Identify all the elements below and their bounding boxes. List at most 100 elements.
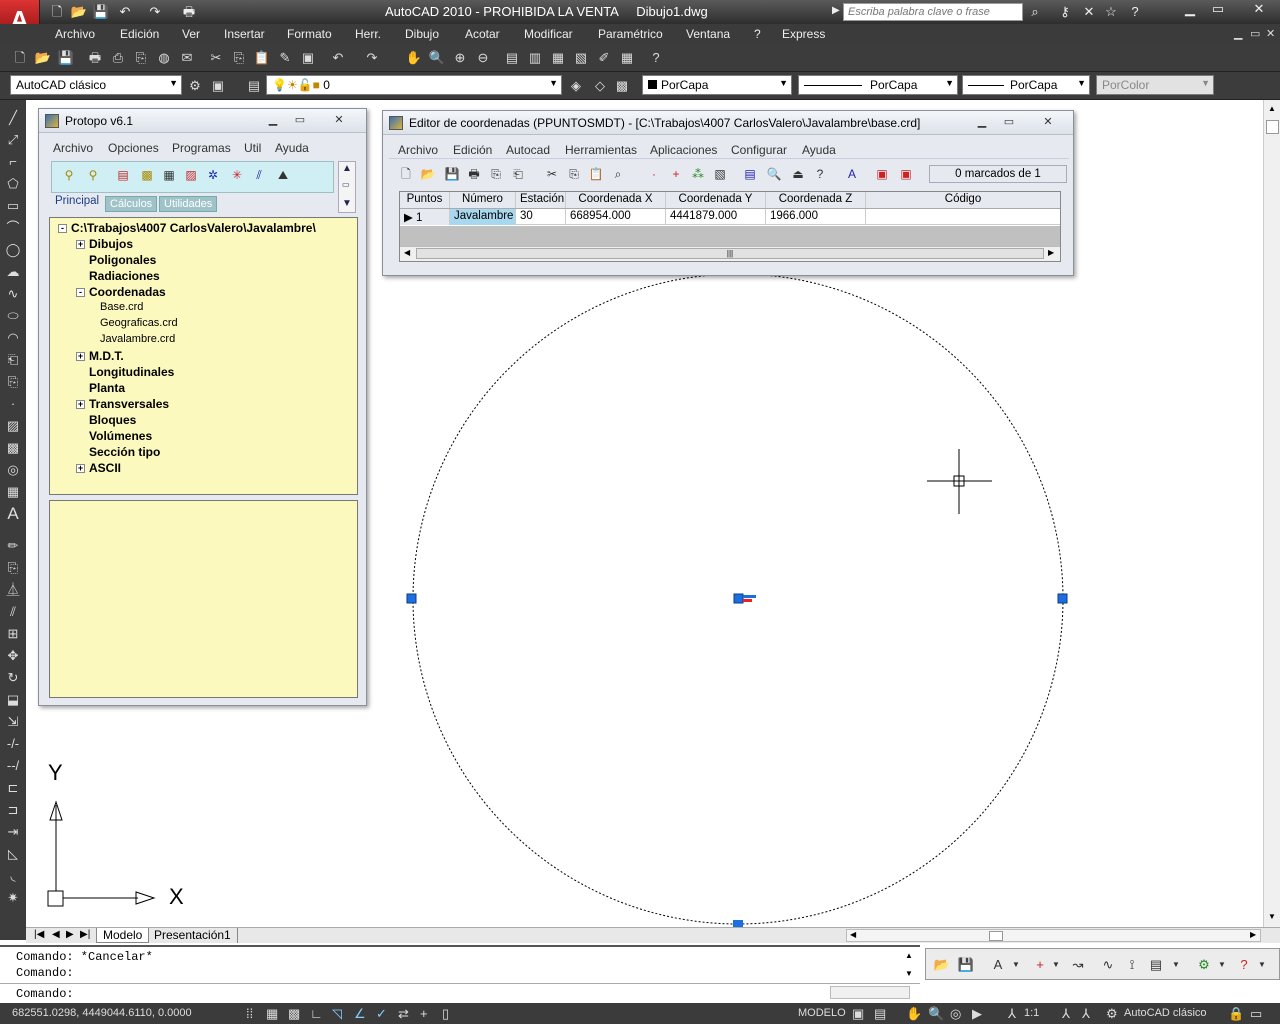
scroll-right-icon[interactable]: ▶ bbox=[1048, 248, 1054, 257]
hatch-tool-icon[interactable]: ▨ bbox=[182, 166, 200, 184]
table-icon[interactable]: ▦ bbox=[3, 482, 23, 502]
gradient-icon[interactable]: ▩ bbox=[3, 438, 23, 458]
quickcalc-icon[interactable]: ▦ bbox=[617, 48, 637, 68]
binoculars-icon[interactable]: ⌕ bbox=[1026, 3, 1044, 20]
trim-icon[interactable]: -/- bbox=[3, 734, 23, 754]
table-row[interactable]: ▶ 1 Javalambre 30 668954.000 4441879.000… bbox=[400, 209, 1060, 225]
clean-screen-icon[interactable]: ▭ bbox=[1250, 1006, 1262, 1022]
menu-acotar[interactable]: Acotar bbox=[465, 27, 500, 41]
protopo-close-button[interactable]: ✕ bbox=[324, 112, 354, 128]
network-tool-icon[interactable]: ✳ bbox=[228, 166, 246, 184]
help-icon[interactable]: ? bbox=[1126, 3, 1144, 20]
workspace-toolbar-icon[interactable]: ▣ bbox=[208, 76, 228, 96]
line-icon[interactable]: ╱ bbox=[3, 108, 23, 128]
workspace-select[interactable]: AutoCAD clásico ▼ bbox=[10, 75, 182, 95]
terrain-tool-icon[interactable]: ⛰ bbox=[274, 166, 292, 184]
layer-state-icon[interactable]: ▩ bbox=[612, 76, 632, 96]
insert-points-icon[interactable]: ⁂ bbox=[689, 165, 707, 183]
editor-maximize-button[interactable]: ▭ bbox=[996, 114, 1022, 130]
scale-icon[interactable]: ⬓ bbox=[3, 690, 23, 710]
protopo-minimize-button[interactable]: ▁ bbox=[260, 112, 286, 128]
print-icon[interactable]: 🖶 bbox=[465, 165, 483, 183]
minimize-button[interactable]: ▁ bbox=[1176, 0, 1204, 18]
communication-icon[interactable]: ✕ bbox=[1080, 3, 1098, 20]
save-icon[interactable]: 💾 bbox=[92, 3, 110, 20]
scroll-left-icon[interactable]: ◀ bbox=[850, 930, 856, 939]
import-icon[interactable]: ⎗ bbox=[509, 165, 527, 183]
design-center-icon[interactable]: ▥ bbox=[525, 48, 545, 68]
collapse-icon[interactable]: - bbox=[76, 288, 85, 298]
etransmit-icon[interactable]: ✉ bbox=[177, 48, 197, 68]
tree-folder-item[interactable]: + Dibujos bbox=[76, 237, 133, 251]
cursor-coordinates[interactable]: 682551.0298, 4449044.6110, 0.0000 bbox=[12, 1007, 192, 1019]
config-tool-icon[interactable]: ⚙ bbox=[1194, 955, 1214, 975]
menu-insertar[interactable]: Insertar bbox=[224, 27, 265, 41]
collapse-icon[interactable]: - bbox=[58, 224, 67, 234]
col-numero[interactable]: Número bbox=[450, 192, 516, 208]
export-icon[interactable]: ⎘ bbox=[487, 165, 505, 183]
cell-coord-y[interactable]: 4441879.000 bbox=[666, 209, 766, 225]
copy-icon[interactable]: ⎘ bbox=[229, 48, 249, 68]
dynamic-input-icon[interactable]: + bbox=[420, 1006, 428, 1021]
stretch-icon[interactable]: ⇲ bbox=[3, 712, 23, 732]
save-icon[interactable]: 💾 bbox=[56, 48, 76, 68]
cmd-scroll-down-icon[interactable]: ▼ bbox=[905, 969, 913, 978]
publish-icon[interactable]: ⎘ bbox=[131, 48, 151, 68]
explode-icon[interactable]: ✷ bbox=[3, 888, 23, 908]
object-snap-icon[interactable]: ∠ bbox=[354, 1006, 366, 1022]
select-points-icon[interactable]: ▧ bbox=[711, 165, 729, 183]
protopo-maximize-button[interactable]: ▭ bbox=[287, 112, 313, 128]
expand-icon[interactable]: + bbox=[76, 464, 85, 474]
hatch-icon[interactable]: ▨ bbox=[3, 416, 23, 436]
ellipse-arc-icon[interactable]: ◠ bbox=[3, 328, 23, 348]
col-coord-z[interactable]: Coordenada Z bbox=[766, 192, 866, 208]
filter-icon[interactable]: ⏏ bbox=[789, 165, 807, 183]
tree-folder-item[interactable]: Bloques bbox=[76, 413, 136, 427]
revision-cloud-icon[interactable]: ☁ bbox=[3, 262, 23, 282]
menu-express[interactable]: Express bbox=[782, 27, 825, 41]
coordinates-grid[interactable]: Puntos Número Estación Coordenada X Coor… bbox=[399, 191, 1061, 262]
paste-icon[interactable]: 📋 bbox=[587, 165, 605, 183]
circle-grip-right[interactable] bbox=[1057, 593, 1068, 604]
rectangle-icon[interactable]: ▭ bbox=[3, 196, 23, 216]
annotation-scale-value[interactable]: 1:1 bbox=[1024, 1007, 1039, 1019]
ortho-mode-icon[interactable]: ∟ bbox=[310, 1006, 323, 1021]
col-coord-y[interactable]: Coordenada Y bbox=[666, 192, 766, 208]
editor-menu-edicion[interactable]: Edición bbox=[453, 143, 492, 157]
chamfer-icon[interactable]: ◺ bbox=[3, 844, 23, 864]
erase-icon[interactable]: ✏ bbox=[3, 536, 23, 556]
cell-codigo[interactable] bbox=[866, 209, 1060, 225]
tree-folder-item[interactable]: Radiaciones bbox=[76, 269, 160, 283]
new-icon[interactable]: 🗋 bbox=[48, 3, 66, 20]
tree-folder-item[interactable]: Longitudinales bbox=[76, 365, 174, 379]
tab-utilidades[interactable]: Utilidades bbox=[159, 196, 218, 212]
menu-parametrico[interactable]: Paramétrico bbox=[598, 27, 663, 41]
plot-icon[interactable]: 🖶 bbox=[85, 48, 105, 68]
doc-restore-button[interactable]: ▭ bbox=[1250, 27, 1260, 40]
text-icon[interactable]: A bbox=[843, 165, 861, 183]
chevron-down-icon[interactable]: ▼ bbox=[1166, 955, 1186, 975]
protopo-toolbar-scroll[interactable]: ▲ ▭ ▼ bbox=[338, 161, 356, 213]
break-icon[interactable]: ⊐ bbox=[3, 800, 23, 820]
plot-preview-icon[interactable]: ⎙ bbox=[108, 48, 128, 68]
layer-select[interactable]: 💡☀🔓■ 0 ▼ bbox=[266, 75, 562, 95]
circle-icon[interactable]: ◯ bbox=[3, 240, 23, 260]
chevron-down-icon[interactable]: ▼ bbox=[1046, 955, 1066, 975]
save-file-icon[interactable]: 💾 bbox=[956, 955, 976, 975]
block-editor-icon[interactable]: ▣ bbox=[298, 48, 318, 68]
zoom-icon[interactable]: 🔍 bbox=[928, 1006, 944, 1022]
layers-tool-icon[interactable]: ▤ bbox=[1146, 955, 1166, 975]
zoom-realtime-icon[interactable]: 🔍 bbox=[427, 48, 447, 68]
add-point-icon[interactable]: + bbox=[667, 165, 685, 183]
pan-icon[interactable]: ✋ bbox=[404, 48, 424, 68]
autoscale-icon[interactable]: ⅄ bbox=[1082, 1006, 1090, 1022]
scroll-up-icon[interactable]: ▲ bbox=[342, 163, 352, 174]
hscroll-thumb[interactable] bbox=[989, 931, 1003, 941]
open-icon[interactable]: 📂 bbox=[70, 3, 88, 20]
mesh-tool-icon[interactable]: ▩ bbox=[138, 166, 156, 184]
fillet-icon[interactable]: ◟ bbox=[3, 866, 23, 886]
tree-folder-item[interactable]: Planta bbox=[76, 381, 125, 395]
text-style-icon[interactable]: A bbox=[988, 955, 1008, 975]
expand-icon[interactable]: + bbox=[76, 240, 85, 250]
tree-folder-item[interactable]: + ASCII bbox=[76, 461, 121, 475]
